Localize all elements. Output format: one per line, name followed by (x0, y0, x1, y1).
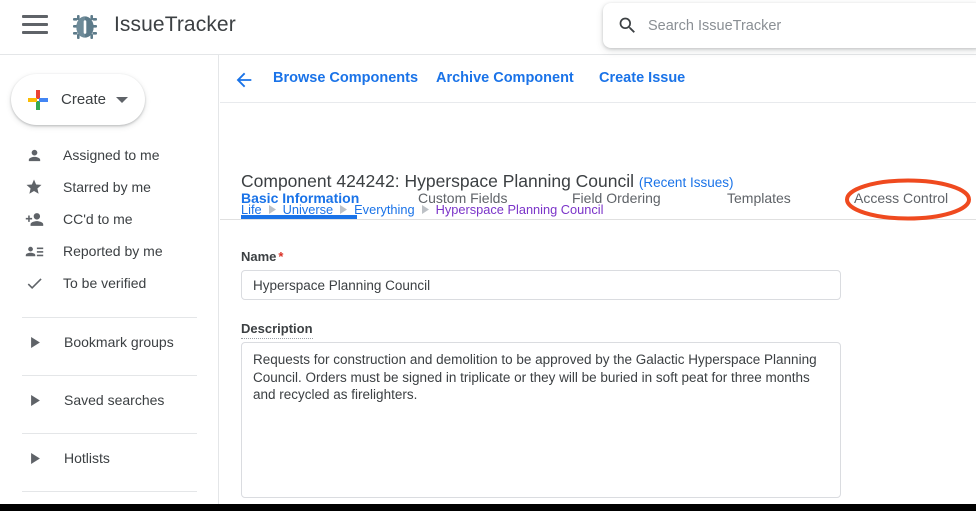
sidebar-item-ccd-to-me[interactable]: CC'd to me (0, 203, 218, 235)
bug-logo-icon (66, 8, 104, 46)
sidebar-group-label: Bookmark groups (64, 334, 174, 350)
caret-right-icon (28, 336, 42, 348)
person-list-icon (24, 241, 44, 261)
sidebar-item-label: Reported by me (63, 243, 163, 259)
plus-icon (25, 87, 51, 113)
sidebar-group-saved-searches[interactable]: Saved searches (0, 376, 218, 424)
name-input[interactable] (241, 270, 841, 300)
main-content: Browse Components Archive Component Crea… (220, 55, 976, 504)
caret-right-icon (28, 452, 42, 464)
required-asterisk: * (278, 249, 284, 264)
browse-components-link[interactable]: Browse Components (273, 70, 418, 86)
sidebar-nav-list: Assigned to me Starred by me CC'd to me (0, 139, 218, 299)
sidebar-group-bookmark-groups[interactable]: Bookmark groups (0, 318, 218, 366)
tab-templates[interactable]: Templates (727, 190, 791, 206)
person-icon (24, 145, 44, 165)
sidebar-group-list: Bookmark groups Saved searches Hotlists (0, 308, 218, 504)
check-icon (24, 273, 44, 293)
app-header: IssueTracker (0, 0, 976, 55)
sidebar-item-label: Starred by me (63, 179, 151, 195)
create-button[interactable]: Create (11, 74, 145, 125)
sidebar-group-label: Saved searches (64, 392, 165, 408)
page-title: IssueTracker (114, 13, 236, 36)
hamburger-menu-icon[interactable] (22, 15, 48, 41)
tab-bar: Basic Information Custom Fields Field Or… (220, 182, 976, 222)
archive-component-link[interactable]: Archive Component (436, 70, 574, 86)
search-bar[interactable] (603, 3, 976, 48)
arrow-left-icon[interactable] (233, 69, 255, 91)
sidebar-item-to-be-verified[interactable]: To be verified (0, 267, 218, 299)
create-issue-link[interactable]: Create Issue (599, 70, 685, 86)
sidebar-item-starred-by-me[interactable]: Starred by me (0, 171, 218, 203)
search-input[interactable] (648, 11, 948, 40)
tab-field-ordering[interactable]: Field Ordering (572, 190, 661, 206)
sidebar-group-archived[interactable]: Archived (0, 492, 218, 504)
search-icon (617, 15, 638, 36)
star-icon (24, 177, 44, 197)
bottom-black-bar (0, 504, 976, 511)
sidebar-item-label: Assigned to me (63, 147, 160, 163)
active-tab-indicator (241, 215, 357, 219)
sidebar-item-assigned-to-me[interactable]: Assigned to me (0, 139, 218, 171)
chevron-down-icon[interactable] (116, 94, 129, 106)
name-label-text: Name (241, 249, 277, 264)
app-root: IssueTracker Create (0, 0, 976, 511)
description-textarea[interactable]: Requests for construction and demolition… (241, 342, 841, 498)
person-add-icon (24, 209, 44, 229)
sidebar-item-reported-by-me[interactable]: Reported by me (0, 235, 218, 267)
create-button-label: Create (61, 91, 107, 108)
tab-basic-information[interactable]: Basic Information (241, 190, 359, 206)
tab-access-control[interactable]: Access Control (854, 190, 948, 206)
sidebar-item-label: To be verified (63, 275, 147, 291)
sidebar-group-hotlists[interactable]: Hotlists (0, 434, 218, 482)
sidebar-group-label: Hotlists (64, 450, 110, 466)
action-bar: Browse Components Archive Component Crea… (220, 55, 976, 103)
tab-custom-fields[interactable]: Custom Fields (418, 190, 507, 206)
name-field-label: Name * (241, 249, 283, 264)
description-field-label: Description (241, 321, 313, 339)
sidebar: Create Assigned to me Starred by me CC'd… (0, 55, 219, 504)
caret-right-icon (28, 394, 42, 406)
sidebar-item-label: CC'd to me (63, 211, 133, 227)
